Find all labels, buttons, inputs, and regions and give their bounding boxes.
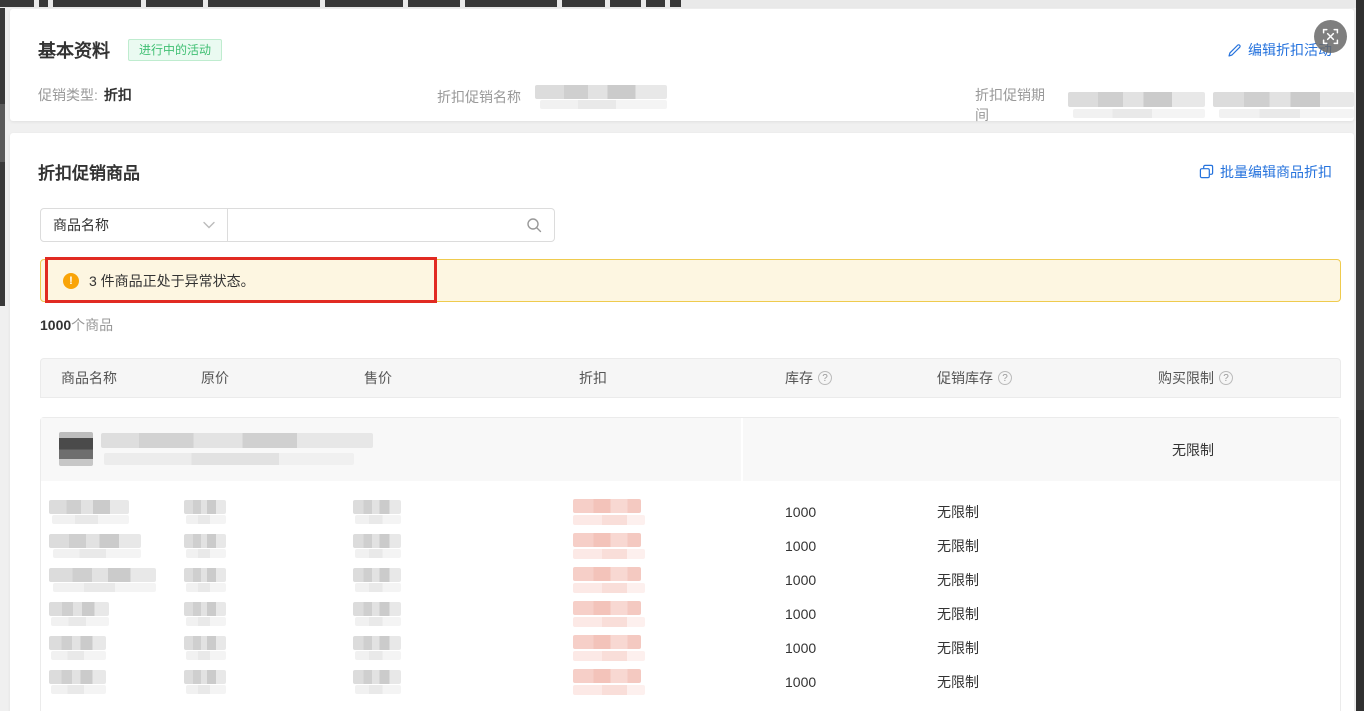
promo-type-field: 促销类型: 折扣 [38,85,132,105]
promo-period-label: 折扣促销期间 [975,87,1045,123]
search-row: 商品名称 [40,208,555,242]
search-filter-select[interactable]: 商品名称 [40,208,228,242]
redacted-original-price [184,602,226,626]
promo-type-value: 折扣 [103,87,132,103]
redacted-product-name [101,433,373,465]
variant-row: 1000 无限制 [41,597,1340,631]
variant-stock: 1000 [785,674,817,690]
redacted-variant-name [49,636,107,660]
section-title: 折扣促销商品 [38,164,140,183]
product-count-number: 1000 [40,317,72,333]
redacted-discount [573,567,645,593]
variant-stock: 1000 [785,606,817,622]
screenshot-tool-button[interactable] [1314,20,1347,53]
redacted-original-price [184,500,226,524]
products-table-body: 无限制 1000 无限制 1000 无限制 1000 无限制 1000 无限制 … [40,417,1341,711]
variant-row: 1000 无限制 [41,495,1340,529]
help-icon[interactable]: ? [818,371,832,385]
header-discount: 折扣 [579,370,607,386]
variant-stock: 1000 [785,504,817,520]
warning-banner: ! 3 件商品正处于异常状态。 [40,259,1341,302]
search-input[interactable] [228,217,526,233]
product-count-suffix: 个商品 [71,317,114,333]
redacted-variant-name [49,500,129,524]
copy-stack-icon [1199,164,1214,179]
filter-selected-value: 商品名称 [53,217,109,233]
search-box [228,208,555,242]
header-sale-price: 售价 [364,370,392,386]
cutoff-browser-text [0,0,1364,8]
pencil-icon [1227,43,1242,58]
redacted-period-end [1213,92,1354,118]
status-badge: 进行中的活动 [128,39,223,61]
variant-promo-stock: 无限制 [937,572,979,588]
variant-rows: 1000 无限制 1000 无限制 1000 无限制 1000 无限制 1000… [41,481,1340,699]
redacted-variant-name [49,670,107,694]
redacted-promo-name [535,85,667,109]
group-purchase-limit: 无限制 [1172,441,1214,458]
batch-edit-discount-link[interactable]: 批量编辑商品折扣 [1199,162,1332,182]
promo-period-field: 折扣促销期间 [975,85,1354,125]
product-count: 1000个商品 [40,315,113,335]
redacted-variant-name [49,602,110,626]
search-icon[interactable] [526,217,542,233]
products-table-header: 商品名称 原价 售价 折扣 库存 ? 促销库存 ? 购买限制 ? [40,358,1341,398]
discount-promotion-detail-page: 基本资料 进行中的活动 编辑折扣活动 促销类型: 折扣 折扣促销名称 折扣促销期… [0,0,1364,711]
product-thumbnail-redacted [59,432,93,466]
discount-products-card: 折扣促销商品 批量编辑商品折扣 商品名称 ! 3 件商品正处于异常状态。 100… [10,133,1354,711]
promo-type-label: 促销类型: [38,87,98,103]
redacted-discount [573,669,645,695]
redacted-discount [573,601,645,627]
window-right-edge [1356,0,1364,711]
variant-row: 1000 无限制 [41,631,1340,665]
variant-promo-stock: 无限制 [937,674,979,690]
header-original-price: 原价 [201,370,229,386]
redacted-sale-price [353,568,402,592]
basic-info-card: 基本资料 进行中的活动 编辑折扣活动 促销类型: 折扣 折扣促销名称 折扣促销期… [10,9,1354,123]
header-purchase-limit: 购买限制 ? [1144,368,1340,388]
variant-promo-stock: 无限制 [937,606,979,622]
redacted-period-start [1067,92,1206,118]
product-group-row: 无限制 [41,418,1340,481]
redacted-original-price [184,670,226,694]
help-icon[interactable]: ? [998,371,1012,385]
redacted-variant-name [49,534,141,558]
basic-info-fields: 促销类型: 折扣 折扣促销名称 折扣促销期间 [10,85,1354,123]
variant-row: 1000 无限制 [41,665,1340,699]
redacted-sale-price [353,636,402,660]
header-stock: 库存 ? [779,368,929,388]
redacted-original-price [184,636,226,660]
variant-promo-stock: 无限制 [937,640,979,656]
variant-promo-stock: 无限制 [937,538,979,554]
variant-row: 1000 无限制 [41,529,1340,563]
redacted-discount [573,635,645,661]
variant-row: 1000 无限制 [41,563,1340,597]
redacted-variant-name [49,568,156,592]
warning-text: 3 件商品正处于异常状态。 [89,272,255,289]
group-row-divider [741,418,743,481]
window-left-edge [0,8,5,306]
redacted-original-price [184,568,226,592]
redacted-sale-price [353,602,402,626]
redacted-original-price [184,534,226,558]
redacted-sale-price [353,670,402,694]
screenshot-icon [1322,28,1339,45]
variant-promo-stock: 无限制 [937,504,979,520]
warning-icon: ! [63,272,79,289]
variant-stock: 1000 [785,572,817,588]
batch-edit-link-label: 批量编辑商品折扣 [1220,163,1332,180]
help-icon[interactable]: ? [1219,371,1233,385]
chevron-down-icon [203,221,215,229]
page-title: 基本资料 [38,41,110,61]
promo-name-field: 折扣促销名称 [437,85,667,109]
header-product-name: 商品名称 [61,370,117,386]
variant-stock: 1000 [785,538,817,554]
redacted-sale-price [353,500,402,524]
redacted-discount [573,533,645,559]
redacted-discount [573,499,645,525]
promo-name-label: 折扣促销名称 [437,89,521,105]
header-promo-stock: 促销库存 ? [929,368,1144,388]
variant-stock: 1000 [785,640,817,656]
redacted-sale-price [353,534,402,558]
